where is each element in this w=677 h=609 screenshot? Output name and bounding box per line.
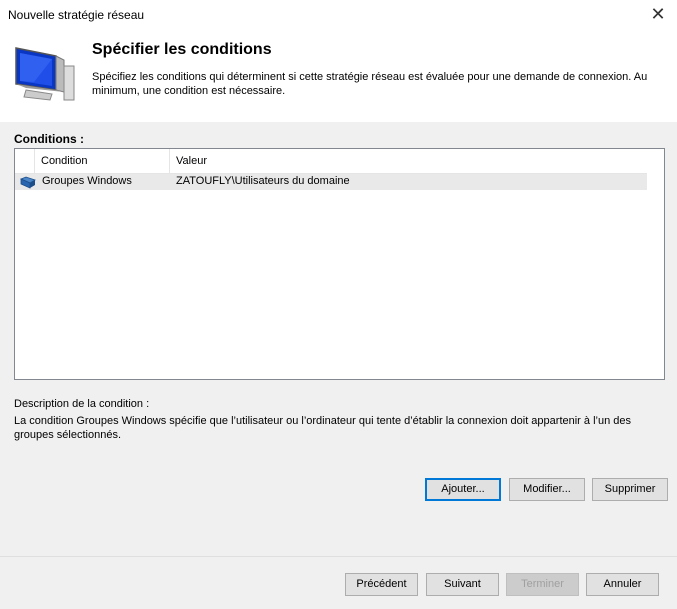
column-header-value[interactable]: Valeur [170,149,648,173]
finish-button: Terminer [506,573,579,596]
title-bar: Nouvelle stratégie réseau ✕ [0,0,677,30]
monitor-icon [15,47,75,101]
description-text: La condition Groupes Windows spécifie qu… [14,415,631,441]
add-button[interactable]: Ajouter... [425,478,501,501]
page-title: Spécifier les conditions [92,41,272,58]
wizard-header: Spécifier les conditions Spécifiez les c… [0,30,677,122]
description-label: Description de la condition : [14,398,150,410]
cancel-button[interactable]: Annuler [586,573,659,596]
window-title: Nouvelle stratégie réseau [8,8,145,22]
windows-groups-icon [20,176,36,189]
next-button[interactable]: Suivant [426,573,499,596]
edit-button[interactable]: Modifier... [509,478,585,501]
value-cell: ZATOUFLY\Utilisateurs du domaine [176,175,350,187]
conditions-label: Conditions : [14,132,84,146]
footer-separator [0,556,677,557]
close-icon[interactable]: ✕ [647,3,669,25]
column-header-condition[interactable]: Condition [35,149,170,173]
condition-cell: Groupes Windows [42,175,132,187]
conditions-list[interactable]: Condition Valeur Groupes Windows ZATOUFL… [14,148,665,380]
list-header: Condition Valeur [15,149,648,174]
page-description: Spécifiez les conditions qui déterminent… [92,71,648,97]
table-row[interactable]: Groupes Windows ZATOUFLY\Utilisateurs du… [15,174,648,190]
remove-button[interactable]: Supprimer [592,478,668,501]
previous-button[interactable]: Précédent [345,573,418,596]
column-header-icon[interactable] [15,149,35,173]
vertical-scrollbar[interactable] [647,149,664,379]
